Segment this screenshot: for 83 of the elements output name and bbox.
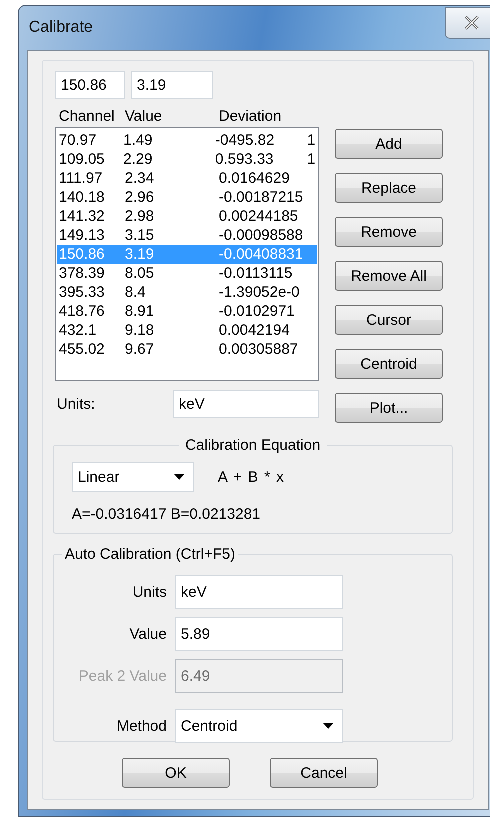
field-label: Units xyxy=(132,584,167,600)
deviation-text: 0.0042194 xyxy=(219,321,291,340)
column-header: Channel xyxy=(59,108,116,124)
units-label: Units: xyxy=(56,396,96,412)
dialog-button[interactable]: OK xyxy=(122,758,230,788)
channel-text: 111.97 xyxy=(59,169,104,188)
field-label: Value xyxy=(128,626,167,642)
column-header: Deviation xyxy=(219,108,283,124)
deviation-text: -0.00187215 xyxy=(219,188,304,207)
channel-text: 140.18 xyxy=(59,188,106,207)
action-button[interactable]: Plot... xyxy=(335,393,443,423)
method-dropdown[interactable]: Centroid xyxy=(175,709,343,743)
list-text: 1 xyxy=(307,131,317,150)
action-button[interactable]: Cursor xyxy=(335,305,443,335)
value-text: 9.18 xyxy=(125,321,156,340)
deviation-text: -0.0113115 xyxy=(219,264,294,283)
value-text: 8.91 xyxy=(125,302,156,321)
channel-text: 70.97 xyxy=(59,131,98,150)
value-text: 2.29 xyxy=(124,150,154,169)
value-text: 1.49 xyxy=(124,131,154,150)
deviation-text: 0.00305887 xyxy=(219,340,300,359)
deviation-text: 0.0164629 xyxy=(219,169,291,188)
coefficients-text: A=-0.0316417 B=0.0213281 xyxy=(72,506,262,523)
value-text: 2.34 xyxy=(125,169,156,188)
dialog-button[interactable]: Cancel xyxy=(270,758,378,788)
close-button[interactable] xyxy=(445,7,490,39)
value-text: 8.4 xyxy=(125,283,147,302)
channel-text: 432.1 xyxy=(59,321,98,340)
channel-text: 395.33 xyxy=(59,283,106,302)
list-row[interactable]: 418.76 8.91 -0.0102971 xyxy=(57,302,317,321)
channel-text: 149.13 xyxy=(59,226,106,245)
value-text: 2.96 xyxy=(125,188,156,207)
value-field[interactable]: 3.19 xyxy=(131,71,213,99)
formula-text: A + B * x xyxy=(218,468,285,486)
dropdown-arrow-icon xyxy=(174,474,185,480)
list-row[interactable]: 109.05 2.29 0.593.33 1 xyxy=(57,150,317,169)
value-text: 9.67 xyxy=(125,340,156,359)
deviation-text: 0.00244185 xyxy=(219,207,300,226)
value-text: 2.98 xyxy=(125,207,156,226)
deviation-text: -0.00098588 xyxy=(219,226,304,245)
column-header: Value xyxy=(125,108,164,124)
value-text: 8.05 xyxy=(125,264,156,283)
channel-text: 109.05 xyxy=(59,150,106,169)
channel-text: 418.76 xyxy=(59,302,106,321)
close-icon xyxy=(464,16,480,30)
channel-text: 141.32 xyxy=(59,207,106,226)
list-row[interactable]: 111.97 2.34 0.0164629 xyxy=(57,169,317,188)
deviation-text: -0.0102971 xyxy=(219,302,296,321)
list-row[interactable]: 140.18 2.96 -0.00187215 xyxy=(57,188,317,207)
action-button[interactable]: Remove xyxy=(335,217,443,247)
list-row[interactable]: 395.33 8.4 -1.39052e-0 xyxy=(57,283,317,302)
input-field[interactable]: keV xyxy=(175,575,343,609)
field-label: Method xyxy=(116,718,167,734)
equation-dropdown[interactable]: Linear xyxy=(72,462,194,492)
deviation-text: 0.593.33 xyxy=(215,150,275,169)
group-title: Auto Calibration (Ctrl+F5) xyxy=(64,546,236,563)
window-title: Calibrate xyxy=(29,19,94,37)
group-title: Calibration Equation xyxy=(184,437,322,454)
field-label: Peak 2 Value xyxy=(78,668,167,684)
channel-text: 455.02 xyxy=(59,340,106,359)
deviation-text: -0495.82 xyxy=(215,131,276,150)
list-row[interactable]: 378.39 8.05 -0.0113115 xyxy=(57,264,317,283)
value-text: 3.19 xyxy=(125,245,156,264)
action-button[interactable]: Replace xyxy=(335,173,443,203)
dropdown-arrow-icon xyxy=(323,723,334,729)
action-button[interactable]: Remove All xyxy=(335,261,443,291)
list-row[interactable]: 432.1 9.18 0.0042194 xyxy=(57,321,317,340)
list-text: 1 xyxy=(307,150,317,169)
units-field[interactable]: keV xyxy=(173,390,319,418)
channel-field[interactable]: 150.86 xyxy=(55,71,125,99)
action-button[interactable]: Add xyxy=(335,129,443,159)
channel-text: 378.39 xyxy=(59,264,106,283)
channel-text: 150.86 xyxy=(59,245,106,264)
list-row[interactable]: 455.02 9.67 0.00305887 xyxy=(57,340,317,359)
calibration-list[interactable] xyxy=(55,127,319,381)
deviation-text: -1.39052e-0 xyxy=(219,283,301,302)
list-row[interactable]: 70.97 1.49 -0495.82 1 xyxy=(57,131,317,150)
list-row[interactable]: 141.32 2.98 0.00244185 xyxy=(57,207,317,226)
value-text: 3.15 xyxy=(125,226,156,245)
list-row[interactable]: 149.13 3.15 -0.00098588 xyxy=(57,226,317,245)
deviation-text: -0.00408831 xyxy=(219,245,304,264)
input-field[interactable]: 5.89 xyxy=(175,617,343,651)
action-button[interactable]: Centroid xyxy=(335,349,443,379)
